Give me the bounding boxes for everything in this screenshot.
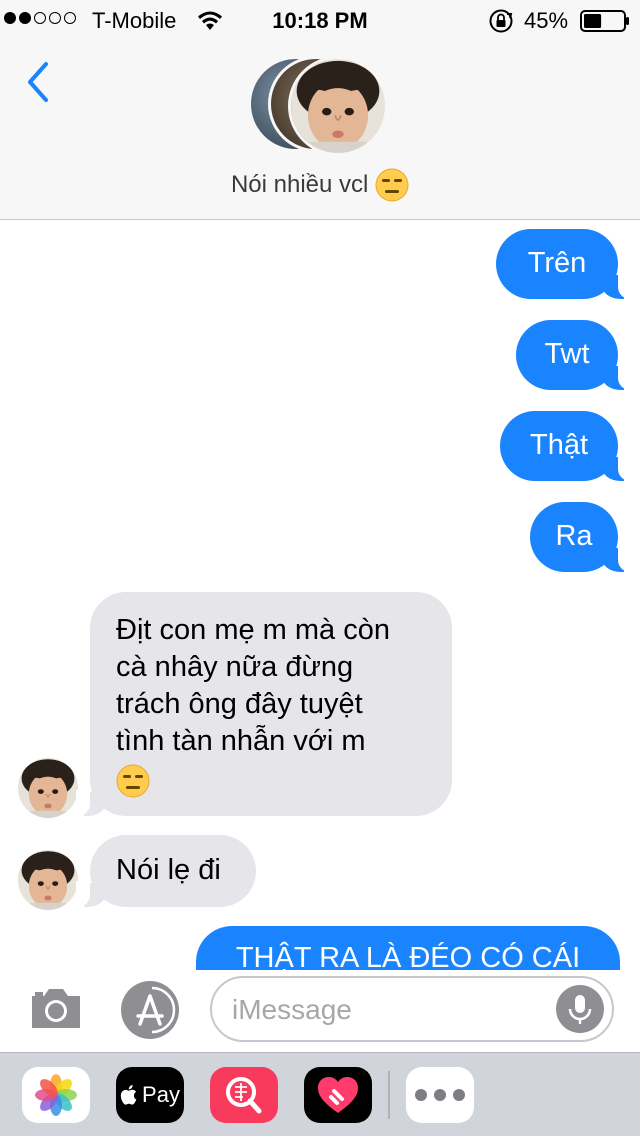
message-bubble-outgoing-partial[interactable]: THẬT RA LÀ ĐÉO CÓ CÁI (196, 926, 620, 970)
app-store-icon (121, 981, 179, 1039)
contact-avatar[interactable] (18, 850, 78, 910)
message-bubble-outgoing[interactable]: Twt (516, 320, 632, 390)
conversation-header: Nói nhiều vcl (0, 40, 640, 220)
image-search-app-button[interactable] (210, 1067, 278, 1123)
message-line: trách ông đây tuyệt (116, 688, 363, 720)
microphone-icon (568, 995, 592, 1024)
chevron-left-icon (28, 62, 48, 102)
message-bubble-outgoing[interactable]: Thật (500, 411, 632, 481)
camera-icon (32, 989, 80, 1028)
camera-button[interactable] (28, 984, 84, 1032)
digital-touch-icon (318, 1077, 358, 1113)
message-line: cà nhây nữa đừng (116, 651, 354, 683)
compose-bar (0, 970, 640, 1052)
expressionless-face-emoji (116, 764, 150, 798)
more-apps-button[interactable] (406, 1067, 474, 1123)
imessage-app-drawer: Pay (0, 1052, 640, 1136)
message-text: Ra (555, 520, 593, 552)
back-button[interactable] (20, 58, 60, 108)
contact-avatar[interactable] (18, 758, 78, 818)
apple-pay-app-button[interactable]: Pay (116, 1067, 184, 1123)
battery-percentage: 45% (524, 8, 569, 33)
photos-app-button[interactable] (22, 1067, 90, 1123)
message-bubble-outgoing[interactable]: Trên (496, 229, 632, 299)
message-text: THẬT RA LÀ ĐÉO CÓ CÁI (235, 942, 581, 970)
battery-icon (580, 10, 630, 32)
group-member-avatar (288, 56, 388, 156)
digital-touch-app-button[interactable] (304, 1067, 372, 1123)
group-avatar-stack[interactable] (248, 56, 388, 158)
message-line: Địt con mẹ m mà còn (116, 614, 390, 646)
app-store-button[interactable] (120, 980, 180, 1040)
group-name[interactable]: Nói nhiều vcl (0, 168, 640, 202)
apple-pay-icon (120, 1085, 137, 1105)
photos-icon (35, 1074, 77, 1116)
microphone-button[interactable] (556, 985, 604, 1033)
message-bubble-incoming[interactable]: Nói lẹ đi (76, 835, 256, 907)
apple-pay-label: Pay (142, 1082, 180, 1107)
message-text: Twt (544, 338, 590, 370)
expressionless-face-emoji (375, 168, 409, 202)
more-icon (415, 1089, 427, 1101)
image-search-icon (226, 1077, 262, 1114)
drawer-divider (388, 1071, 390, 1119)
message-bubble-outgoing[interactable]: Ra (530, 502, 632, 572)
status-bar: T-Mobile 10:18 PM 45% (0, 0, 640, 40)
message-input[interactable] (232, 990, 552, 1030)
group-name-text: Nói nhiều vcl (230, 171, 369, 198)
message-text: Trên (527, 247, 587, 279)
orientation-lock-icon (488, 8, 514, 39)
message-text: Nói lẹ đi (116, 854, 221, 886)
message-text: Địt con mẹ m mà còn cà nhây nữa đừng trá… (116, 612, 452, 798)
message-text: Thật (529, 429, 589, 461)
message-input-container (210, 976, 614, 1042)
message-line: tình tàn nhẫn với m (116, 725, 366, 757)
message-bubble-incoming[interactable]: Địt con mẹ m mà còn cà nhây nữa đừng trá… (76, 592, 452, 816)
